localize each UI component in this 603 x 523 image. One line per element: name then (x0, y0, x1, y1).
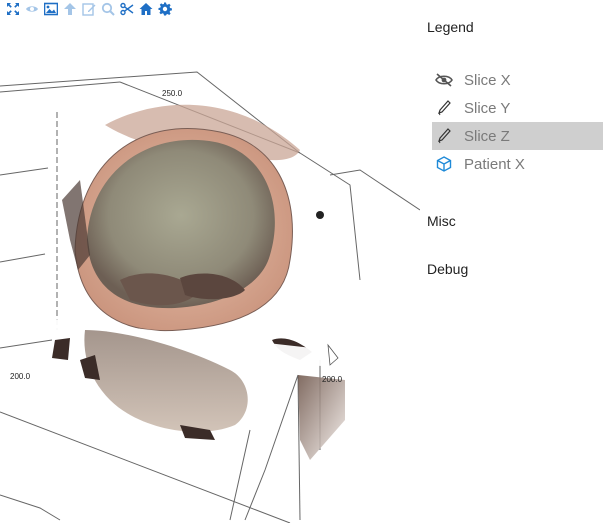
expand-icon[interactable] (4, 0, 21, 17)
legend-title[interactable]: Legend (427, 19, 474, 35)
axis-tick-label: 200.0 (10, 372, 31, 381)
arrow-up-icon[interactable] (61, 0, 78, 17)
eye-icon[interactable] (23, 0, 40, 17)
pen-icon[interactable] (433, 97, 455, 119)
axis-tick-label: 250.0 (162, 89, 183, 98)
home-icon[interactable] (137, 0, 154, 17)
gear-icon[interactable] (156, 0, 173, 17)
legend-item-label: Slice Z (464, 127, 510, 145)
legend-item-slice-z[interactable]: Slice Z (432, 122, 603, 150)
toolbar (4, 0, 175, 17)
side-panel: Legend Slice X Slice Y Slice Z Patient X (421, 0, 603, 523)
legend-item-slice-x[interactable]: Slice X (432, 66, 603, 94)
misc-title[interactable]: Misc (427, 213, 456, 229)
cube-icon[interactable] (433, 153, 455, 175)
legend-item-label: Slice X (464, 71, 511, 89)
edit-icon[interactable] (80, 0, 97, 17)
legend-item-label: Slice Y (464, 99, 511, 117)
debug-title[interactable]: Debug (427, 261, 468, 277)
legend-item-label: Patient X (464, 155, 525, 173)
3d-viewport[interactable]: 250.0 200.0 200.0 (0, 20, 420, 523)
legend-list: Slice X Slice Y Slice Z Patient X (432, 66, 603, 178)
volume-rendering: 250.0 200.0 200.0 (0, 71, 420, 523)
legend-item-slice-y[interactable]: Slice Y (432, 94, 603, 122)
pen-icon[interactable] (433, 125, 455, 147)
image-icon[interactable] (42, 0, 59, 17)
eye-off-icon[interactable] (433, 69, 455, 91)
zoom-icon[interactable] (99, 0, 116, 17)
scissors-icon[interactable] (118, 0, 135, 17)
legend-item-patient-x[interactable]: Patient X (432, 150, 603, 178)
axis-tick-label: 200.0 (322, 375, 343, 384)
